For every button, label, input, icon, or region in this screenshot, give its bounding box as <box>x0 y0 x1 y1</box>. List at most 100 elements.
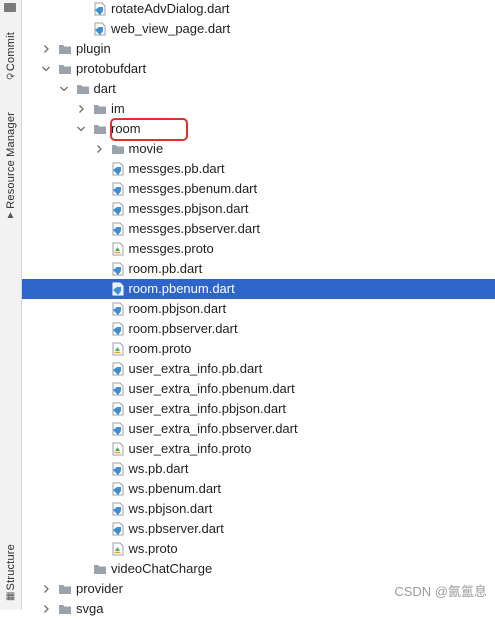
tree-file-row[interactable]: user_extra_info.pbenum.dart <box>22 379 495 399</box>
tree-item-label: provider <box>76 581 123 596</box>
tree-folder-row[interactable]: svga <box>22 599 495 619</box>
tree-file-row[interactable]: user_extra_info.pbjson.dart <box>22 399 495 419</box>
tree-item-label: messges.pbenum.dart <box>128 181 258 196</box>
tree-file-row[interactable]: ws.proto <box>22 539 495 559</box>
dart-file-icon <box>111 462 125 476</box>
tree-item-label: messges.pb.dart <box>128 161 225 176</box>
tree-item-label: videoChatCharge <box>111 561 213 576</box>
structure-icon: ▦ <box>5 591 16 603</box>
dart-file-icon <box>111 222 125 236</box>
tree-file-row[interactable]: room.pbenum.dart <box>22 279 495 299</box>
dart-file-icon <box>111 362 125 376</box>
tree-file-row[interactable]: room.pbjson.dart <box>22 299 495 319</box>
tree-item-label: messges.proto <box>128 241 214 256</box>
resource-manager-tab-label: Resource Manager <box>4 112 17 209</box>
tree-file-row[interactable]: web_view_page.dart <box>22 19 495 39</box>
folder-icon <box>58 602 72 616</box>
tree-item-label: ws.pbserver.dart <box>128 521 224 536</box>
tree-file-row[interactable]: ws.pbjson.dart <box>22 499 495 519</box>
tree-folder-row[interactable]: plugin <box>22 39 495 59</box>
tree-folder-row[interactable]: room <box>22 119 495 139</box>
tree-file-row[interactable]: user_extra_info.pbserver.dart <box>22 419 495 439</box>
tree-file-row[interactable]: ws.pb.dart <box>22 459 495 479</box>
chevron-down-icon[interactable] <box>40 63 52 75</box>
tree-item-label: dart <box>93 81 116 96</box>
commit-icon: ⟳ <box>6 72 15 84</box>
tree-item-label: messges.pbserver.dart <box>128 221 261 236</box>
tree-item-label: room.pbenum.dart <box>128 281 235 296</box>
tree-item-label: room.pb.dart <box>128 261 203 276</box>
tree-file-row[interactable]: messges.pbenum.dart <box>22 179 495 199</box>
dart-file-icon <box>111 322 125 336</box>
chevron-down-icon[interactable] <box>75 123 87 135</box>
commit-tab[interactable]: Commit ⟳ <box>0 32 21 83</box>
tool-window-sidebar: Commit ⟳ Resource Manager ▲ Structure ▦ <box>0 0 22 610</box>
folder-icon <box>111 142 125 156</box>
tree-file-row[interactable]: ws.pbenum.dart <box>22 479 495 499</box>
structure-tab[interactable]: Structure ▦ <box>0 544 21 602</box>
tree-item-label: user_extra_info.pbenum.dart <box>128 381 295 396</box>
tree-item-label: ws.pb.dart <box>128 461 189 476</box>
tree-item-label: ws.pbjson.dart <box>128 501 213 516</box>
chevron-right-icon[interactable] <box>75 103 87 115</box>
chevron-right-icon[interactable] <box>40 603 52 615</box>
dart-file-icon <box>111 382 125 396</box>
chevron-down-icon[interactable] <box>58 83 70 95</box>
tree-item-label: user_extra_info.pbserver.dart <box>128 421 298 436</box>
tree-file-row[interactable]: room.pbserver.dart <box>22 319 495 339</box>
folder-icon <box>93 122 107 136</box>
watermark: CSDN @氤氲息 <box>394 584 487 599</box>
dart-file-icon <box>111 302 125 316</box>
tree-item-label: room.pbjson.dart <box>128 301 227 316</box>
tree-item-label: room.pbserver.dart <box>128 321 238 336</box>
dart-file-icon <box>111 182 125 196</box>
project-icon[interactable] <box>4 3 16 12</box>
tree-file-row[interactable]: messges.pb.dart <box>22 159 495 179</box>
dart-file-icon <box>111 402 125 416</box>
tree-file-row[interactable]: user_extra_info.pb.dart <box>22 359 495 379</box>
proto-file-icon <box>111 442 125 456</box>
dart-file-icon <box>111 282 125 296</box>
chevron-right-icon[interactable] <box>40 583 52 595</box>
tree-item-label: movie <box>128 141 164 156</box>
structure-tab-label: Structure <box>4 544 17 591</box>
commit-tab-label: Commit <box>4 32 17 72</box>
tree-item-label: room.proto <box>128 341 192 356</box>
tree-file-row[interactable]: messges.pbjson.dart <box>22 199 495 219</box>
tree-file-row[interactable]: messges.proto <box>22 239 495 259</box>
chevron-right-icon[interactable] <box>93 143 105 155</box>
tree-file-row[interactable]: rotateAdvDialog.dart <box>22 0 495 19</box>
tree-file-row[interactable]: messges.pbserver.dart <box>22 219 495 239</box>
tree-folder-row[interactable]: movie <box>22 139 495 159</box>
tree-item-label: room <box>111 121 141 136</box>
dart-file-icon <box>111 262 125 276</box>
dart-file-icon <box>111 422 125 436</box>
chevron-right-icon[interactable] <box>40 43 52 55</box>
project-tree[interactable]: rotateAdvDialog.dart web_view_page.dart pl… <box>22 0 495 616</box>
tree-file-row[interactable]: room.proto <box>22 339 495 359</box>
tree-item-label: web_view_page.dart <box>111 21 231 36</box>
tree-folder-row[interactable]: protobufdart <box>22 59 495 79</box>
tree-folder-row[interactable]: dart <box>22 79 495 99</box>
tree-folder-row[interactable]: videoChatCharge <box>22 559 495 579</box>
tree-file-row[interactable]: user_extra_info.proto <box>22 439 495 459</box>
proto-file-icon <box>111 542 125 556</box>
folder-icon <box>93 102 107 116</box>
folder-icon <box>58 62 72 76</box>
folder-icon <box>58 582 72 596</box>
tree-item-label: im <box>111 101 125 116</box>
tree-item-label: user_extra_info.proto <box>128 441 252 456</box>
tree-item-label: plugin <box>76 41 111 56</box>
dart-file-icon <box>111 502 125 516</box>
dart-file-icon <box>93 22 107 36</box>
tree-item-label: ws.proto <box>128 541 178 556</box>
tree-file-row[interactable]: ws.pbserver.dart <box>22 519 495 539</box>
tree-file-row[interactable]: room.pb.dart <box>22 259 495 279</box>
resource-manager-tab[interactable]: Resource Manager ▲ <box>0 112 21 221</box>
tree-item-label: svga <box>76 601 104 616</box>
tree-item-label: user_extra_info.pb.dart <box>128 361 263 376</box>
tree-item-label: rotateAdvDialog.dart <box>111 1 230 16</box>
tree-item-label: protobufdart <box>76 61 147 76</box>
tree-folder-row[interactable]: im <box>22 99 495 119</box>
tree-item-label: ws.pbenum.dart <box>128 481 222 496</box>
